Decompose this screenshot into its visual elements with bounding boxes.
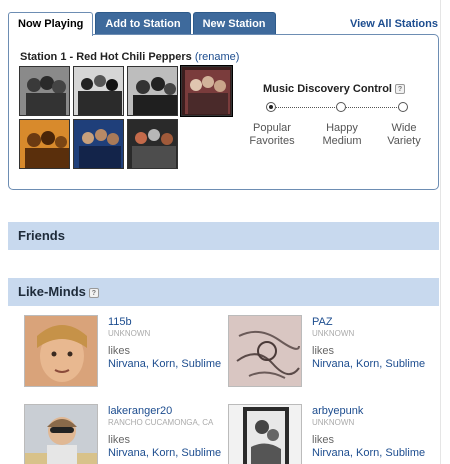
music-discovery-control-title: Music Discovery Control? [263, 83, 405, 95]
discovery-option-variety-label: Wide Variety [374, 122, 434, 148]
artist-thumbnail[interactable] [73, 119, 124, 169]
user-name-link[interactable]: lakeranger20 [108, 405, 172, 417]
likes-label: likes [108, 345, 131, 357]
like-minds-section-header: Like-Minds? [8, 278, 439, 306]
discovery-option-medium-radio[interactable] [336, 102, 346, 112]
discovery-option-line: Wide [391, 122, 417, 134]
user-avatar[interactable] [228, 315, 302, 387]
likes-label: likes [312, 345, 335, 357]
likes-label: likes [312, 434, 335, 446]
music-discovery-control-label: Music Discovery Control [263, 83, 392, 95]
user-location: RANCHO CUCAMONGA, CA [108, 418, 214, 427]
station-tabs: Now Playing Add to Station New Station [8, 12, 276, 36]
user-avatar[interactable] [24, 404, 98, 464]
discovery-option-popular-label: Popular Favorites [242, 122, 302, 148]
likes-label: likes [108, 434, 131, 446]
discovery-option-line: Variety [387, 135, 421, 147]
tab-add-to-station[interactable]: Add to Station [95, 12, 191, 35]
liked-bands-link[interactable]: Nirvana, Korn, Sublime [312, 358, 425, 370]
user-name-link[interactable]: 115b [108, 316, 132, 328]
liked-bands-link[interactable]: Nirvana, Korn, Sublime [108, 358, 221, 370]
friends-section-header: Friends [8, 222, 439, 250]
discovery-option-variety-radio[interactable] [398, 102, 408, 112]
discovery-option-popular-radio[interactable] [266, 102, 276, 112]
user-avatar[interactable] [228, 404, 302, 464]
now-playing-panel: Station 1 - Red Hot Chili Peppers (renam… [8, 34, 439, 190]
view-all-stations-link[interactable]: View All Stations [350, 18, 438, 30]
help-icon[interactable]: ? [394, 84, 405, 94]
discovery-option-line: Medium [322, 135, 362, 147]
artist-thumbnail[interactable] [19, 119, 70, 169]
station-title: Station 1 - Red Hot Chili Peppers (renam… [20, 51, 239, 63]
user-location: UNKNOWN [108, 329, 151, 338]
artist-thumbnail[interactable] [73, 66, 124, 116]
discovery-option-line: Favorites [249, 135, 295, 147]
help-icon[interactable]: ? [88, 288, 99, 298]
like-minded-user: arbyepunk UNKNOWN likes Nirvana, Korn, S… [228, 404, 433, 464]
like-minds-title: Like-Minds [18, 284, 86, 299]
tab-now-playing[interactable]: Now Playing [8, 12, 94, 36]
discovery-option-line: Happy [326, 122, 358, 134]
artist-thumbnail[interactable] [180, 65, 233, 117]
artist-thumbnail[interactable] [127, 66, 178, 116]
discovery-option-medium-label: Happy Medium [312, 122, 372, 148]
like-minded-user: PAZ UNKNOWN likes Nirvana, Korn, Sublime [228, 315, 433, 395]
like-minded-user: lakeranger20 RANCHO CUCAMONGA, CA likes … [24, 404, 229, 464]
artist-thumbnail[interactable] [127, 119, 178, 169]
artist-thumbnail[interactable] [19, 66, 70, 116]
like-minded-user: 115b UNKNOWN likes Nirvana, Korn, Sublim… [24, 315, 229, 395]
discovery-option-line: Popular [253, 122, 291, 134]
user-location: UNKNOWN [312, 418, 355, 427]
right-divider [440, 0, 441, 464]
rename-link[interactable]: (rename) [195, 51, 240, 63]
user-name-link[interactable]: arbyepunk [312, 405, 363, 417]
user-location: UNKNOWN [312, 329, 355, 338]
artist-thumbnails [19, 65, 239, 169]
liked-bands-link[interactable]: Nirvana, Korn, Sublime [312, 447, 425, 459]
tab-new-station[interactable]: New Station [192, 12, 276, 35]
user-name-link[interactable]: PAZ [312, 316, 333, 328]
liked-bands-link[interactable]: Nirvana, Korn, Sublime [108, 447, 221, 459]
user-avatar[interactable] [24, 315, 98, 387]
station-name: Station 1 - Red Hot Chili Peppers [20, 51, 192, 63]
